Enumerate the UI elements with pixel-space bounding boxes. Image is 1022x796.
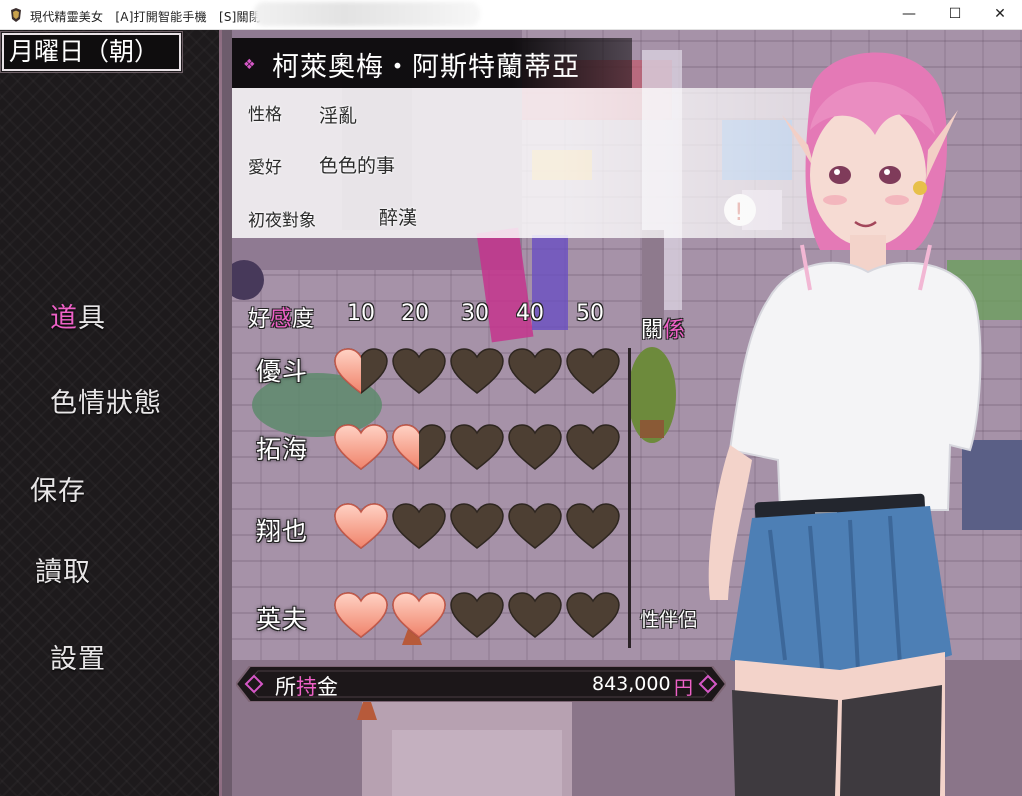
day-time-indicator: 月曜日（朝） [0, 31, 183, 73]
heart-icon [392, 592, 446, 640]
heart-icon [450, 503, 504, 551]
heart-icon [334, 592, 388, 640]
relationship-header-a: 關 [641, 318, 664, 343]
diamond-bullet-icon: ❖ [243, 57, 256, 73]
menu-item-items-label: 具 [78, 303, 106, 334]
affection-level-10: 10 [347, 301, 375, 326]
heart-icon [334, 348, 388, 396]
affection-row-name: 翔也 [256, 517, 309, 546]
menu-item-items-highlight: 道 [50, 303, 78, 334]
personality-label: 性格 [248, 105, 282, 125]
minimize-button[interactable]: — [886, 0, 932, 30]
scene-left-border [222, 30, 232, 796]
window-titlebar: 現代精靈美女 [A]打開智能手機 [S]關閉 — ☐ ✕ [0, 0, 1022, 30]
menu-item-items[interactable]: 道具 [50, 296, 106, 335]
close-button[interactable]: ✕ [977, 0, 1022, 30]
heart-icon [566, 424, 620, 472]
affection-header-b: 感 [270, 307, 293, 332]
affection-header-c: 度 [292, 307, 315, 332]
heart-icon [566, 592, 620, 640]
maximize-button[interactable]: ☐ [932, 0, 978, 30]
heart-icon [334, 503, 388, 551]
money-label-c: 金 [317, 675, 338, 699]
menu-item-save[interactable]: 保存 [30, 469, 86, 508]
relationship-value: 性伴侶 [640, 609, 698, 631]
first-night-value: 醉漢 [379, 207, 418, 229]
heart-icon [508, 503, 562, 551]
title-redaction-blur [254, 2, 480, 26]
heart-icon [508, 348, 562, 396]
heart-icon [508, 424, 562, 472]
menu-item-erotic-status[interactable]: 色情狀態 [50, 381, 162, 420]
app-icon [11, 8, 21, 22]
menu-item-save-label: 保存 [30, 476, 86, 507]
relationship-header-b: 係 [663, 318, 686, 343]
menu-item-load[interactable]: 讀取 [35, 550, 91, 589]
character-portrait [708, 52, 982, 796]
heart-icon [566, 348, 620, 396]
heart-icon [392, 503, 446, 551]
personality-value: 淫亂 [319, 105, 358, 127]
affection-level-50: 50 [576, 301, 604, 326]
affection-header-a: 好 [248, 307, 271, 332]
money-label-a: 所 [275, 675, 296, 699]
affection-level-30: 30 [461, 301, 489, 326]
menu-item-erotic-status-label: 色情狀態 [50, 388, 162, 419]
heart-icon [392, 424, 446, 472]
affection-level-20: 20 [401, 301, 429, 326]
money-label-b: 持 [296, 675, 317, 699]
hobby-value: 色色的事 [319, 155, 396, 177]
first-night-label: 初夜對象 [248, 211, 316, 231]
heart-icon [450, 348, 504, 396]
affection-row-name: 英夫 [256, 605, 309, 634]
heart-icon [450, 424, 504, 472]
affection-level-40: 40 [516, 301, 544, 326]
money-amount: 843,000 [592, 673, 671, 695]
affection-header: 好感度 [248, 301, 314, 333]
heart-icon [566, 503, 620, 551]
menu-item-settings-label: 設置 [50, 644, 106, 675]
heart-icon [508, 592, 562, 640]
heart-icon [450, 592, 504, 640]
hobby-label: 愛好 [248, 158, 282, 178]
window-title: 現代精靈美女 [A]打開智能手機 [S]關閉 [30, 10, 261, 24]
menu-item-load-label: 讀取 [35, 557, 91, 588]
heart-icon [334, 424, 388, 472]
character-name: 柯萊奧梅・阿斯特蘭蒂亞 [272, 52, 580, 83]
money-label: 所持金 [275, 671, 338, 701]
affection-row-name: 優斗 [256, 357, 309, 386]
menu-item-settings[interactable]: 設置 [50, 637, 106, 676]
relationship-header: 關係 [641, 312, 685, 344]
heart-icon [392, 348, 446, 396]
affection-row-name: 拓海 [256, 435, 309, 464]
relationship-divider [628, 348, 631, 648]
